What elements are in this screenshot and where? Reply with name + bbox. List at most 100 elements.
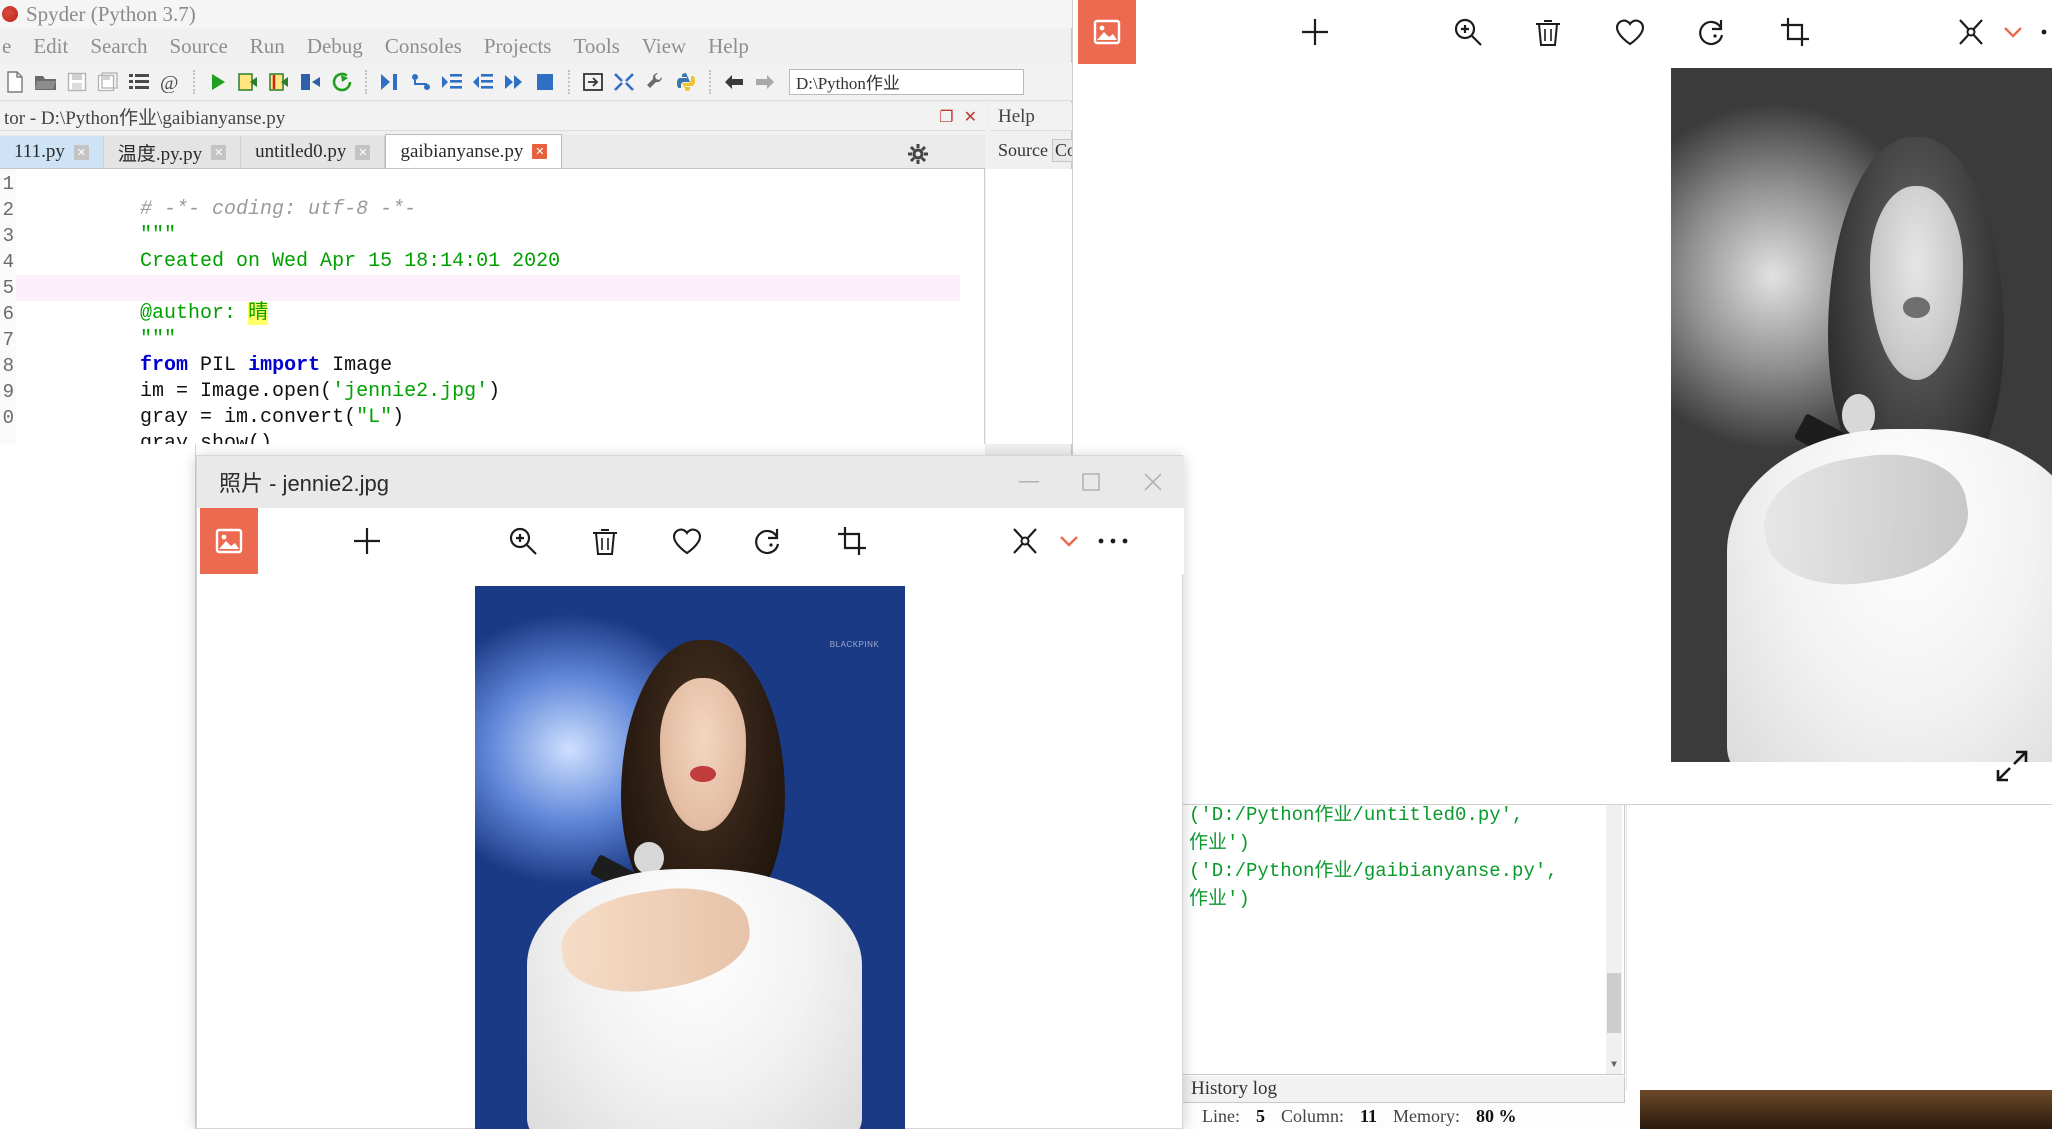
zoom-in-icon[interactable]: [493, 508, 553, 574]
edit-icon[interactable]: [1941, 0, 2001, 64]
edit-icon[interactable]: [995, 508, 1055, 574]
console-line: ('D:/Python作业/untitled0.py',: [1189, 804, 1524, 826]
code-string: """: [140, 224, 177, 247]
editor-tab-111[interactable]: 111.py ✕: [0, 136, 104, 168]
editor-tab-wendu[interactable]: 温度.py.py ✕: [103, 136, 242, 168]
menu-item-file[interactable]: e: [2, 34, 11, 59]
code-string: Created on Wed Apr 15 18:14:01 2020: [140, 250, 561, 273]
spyder-window-title: Spyder (Python 3.7): [26, 1, 196, 26]
crop-icon[interactable]: [822, 508, 882, 574]
menu-item-consoles[interactable]: Consoles: [385, 34, 462, 59]
status-line-label: Line:: [1202, 1105, 1240, 1126]
rotate-icon[interactable]: [739, 508, 799, 574]
menu-item-projects[interactable]: Projects: [484, 34, 552, 59]
menu-item-debug[interactable]: Debug: [307, 34, 363, 59]
crop-icon[interactable]: [1765, 0, 1825, 64]
favorite-icon[interactable]: [657, 508, 717, 574]
menu-item-tools[interactable]: Tools: [573, 34, 619, 59]
editor-tab-untitled0[interactable]: untitled0.py ✕: [241, 136, 386, 168]
editor-options-gear-icon[interactable]: [907, 143, 929, 165]
code-text: im = Image.open(: [140, 380, 333, 403]
close-tab-icon[interactable]: ✕: [211, 144, 227, 160]
menu-item-view[interactable]: View: [642, 34, 686, 59]
scrollbar-thumb[interactable]: [1607, 973, 1621, 1033]
step-into-icon[interactable]: [439, 70, 465, 94]
menu-item-run[interactable]: Run: [250, 34, 285, 59]
picture-icon[interactable]: [1078, 0, 1136, 64]
line-number: 5: [2, 277, 14, 299]
continue-icon[interactable]: [501, 70, 527, 94]
debug-file-icon[interactable]: [377, 70, 403, 94]
preferences-icon[interactable]: [642, 70, 668, 94]
minimize-icon[interactable]: [998, 456, 1060, 508]
delete-icon[interactable]: [1518, 0, 1578, 64]
file-list-icon[interactable]: [126, 70, 152, 94]
stop-debug-icon[interactable]: [532, 70, 558, 94]
zoom-in-icon[interactable]: [1438, 0, 1498, 64]
photo-viewer-window: 照片 - jennie2.jpg BLACKPINK: [196, 455, 1184, 1129]
chevron-down-icon[interactable]: [1993, 0, 2033, 64]
line-number-gutter: 1 2 3 4 5 6 7 8 9 0: [0, 169, 16, 444]
pane-actions: ❐ ✕: [939, 107, 985, 127]
menu-item-source[interactable]: Source: [169, 34, 227, 59]
fullscreen-icon[interactable]: [611, 70, 637, 94]
chevron-down-icon[interactable]: [1049, 508, 1089, 574]
close-tab-icon[interactable]: ✕: [73, 144, 89, 160]
open-file-icon[interactable]: [33, 70, 59, 94]
editor-tab-gaibianyanse[interactable]: gaibianyanse.py ✕: [385, 134, 563, 168]
step-return-icon[interactable]: [470, 70, 496, 94]
viewer-image-color[interactable]: BLACKPINK: [475, 586, 905, 1129]
save-file-icon[interactable]: [64, 70, 90, 94]
viewer-title-bar[interactable]: 照片 - jennie2.jpg: [197, 456, 1184, 508]
delete-icon[interactable]: [575, 508, 635, 574]
run-selection-icon[interactable]: [298, 70, 324, 94]
help-pane-title: Help: [990, 103, 1072, 131]
code-text-area[interactable]: # -*- coding: utf-8 -*- """ Created on W…: [16, 171, 984, 455]
menu-item-search[interactable]: Search: [90, 34, 147, 59]
save-all-icon[interactable]: [95, 70, 121, 94]
spyder-left-strip: [0, 444, 196, 1129]
rerun-icon[interactable]: [329, 70, 355, 94]
python-path-icon[interactable]: [673, 70, 699, 94]
picture-icon[interactable]: [200, 508, 258, 574]
code-line-5: @author: 晴: [16, 275, 960, 325]
right-background-panel: [1626, 790, 2052, 1090]
scroll-down-icon[interactable]: ▼: [1608, 1060, 1620, 1072]
expand-icon[interactable]: [1992, 746, 2032, 786]
maximize-pane-icon[interactable]: [580, 70, 606, 94]
menu-item-help[interactable]: Help: [708, 34, 749, 59]
close-tab-icon[interactable]: ✕: [532, 144, 548, 159]
working-directory-input[interactable]: D:\Python作业: [789, 68, 1024, 95]
spyder-logo-icon: [2, 6, 18, 22]
more-icon[interactable]: [2028, 0, 2052, 64]
line-number: 4: [2, 251, 14, 273]
at-sign-icon[interactable]: @: [157, 70, 183, 94]
back-arrow-icon[interactable]: [721, 70, 747, 94]
code-string: "L": [356, 406, 393, 429]
menu-item-edit[interactable]: Edit: [33, 34, 68, 59]
code-editor[interactable]: 1 2 3 4 5 6 7 8 9 0 # -*- coding: utf-8 …: [0, 169, 985, 455]
code-string: """: [140, 328, 177, 351]
history-log-tab[interactable]: History log: [1180, 1076, 1625, 1103]
rotate-icon[interactable]: [1683, 0, 1743, 64]
photo-grayscale: [1671, 68, 2052, 762]
editor-pane-title-text: tor - D:\Python作业\gaibianyanse.py: [4, 108, 286, 129]
plus-icon[interactable]: [337, 508, 397, 574]
run-cell-icon[interactable]: [236, 70, 262, 94]
undock-pane-icon[interactable]: ❐: [939, 107, 953, 127]
run-cell-advance-icon[interactable]: [267, 70, 293, 94]
maximize-icon[interactable]: [1060, 456, 1122, 508]
plus-icon[interactable]: [1285, 0, 1345, 64]
window-controls: [998, 456, 1184, 508]
close-tab-icon[interactable]: ✕: [355, 144, 371, 160]
favorite-icon[interactable]: [1600, 0, 1660, 64]
line-number: 0: [2, 407, 14, 429]
forward-arrow-icon[interactable]: [752, 70, 778, 94]
step-over-icon[interactable]: [408, 70, 434, 94]
viewer-image-grayscale[interactable]: [1671, 68, 2052, 762]
run-file-icon[interactable]: [205, 70, 231, 94]
more-icon[interactable]: [1085, 508, 1141, 574]
close-icon[interactable]: [1122, 456, 1184, 508]
new-file-icon[interactable]: [2, 70, 28, 94]
close-pane-icon[interactable]: ✕: [964, 107, 977, 127]
